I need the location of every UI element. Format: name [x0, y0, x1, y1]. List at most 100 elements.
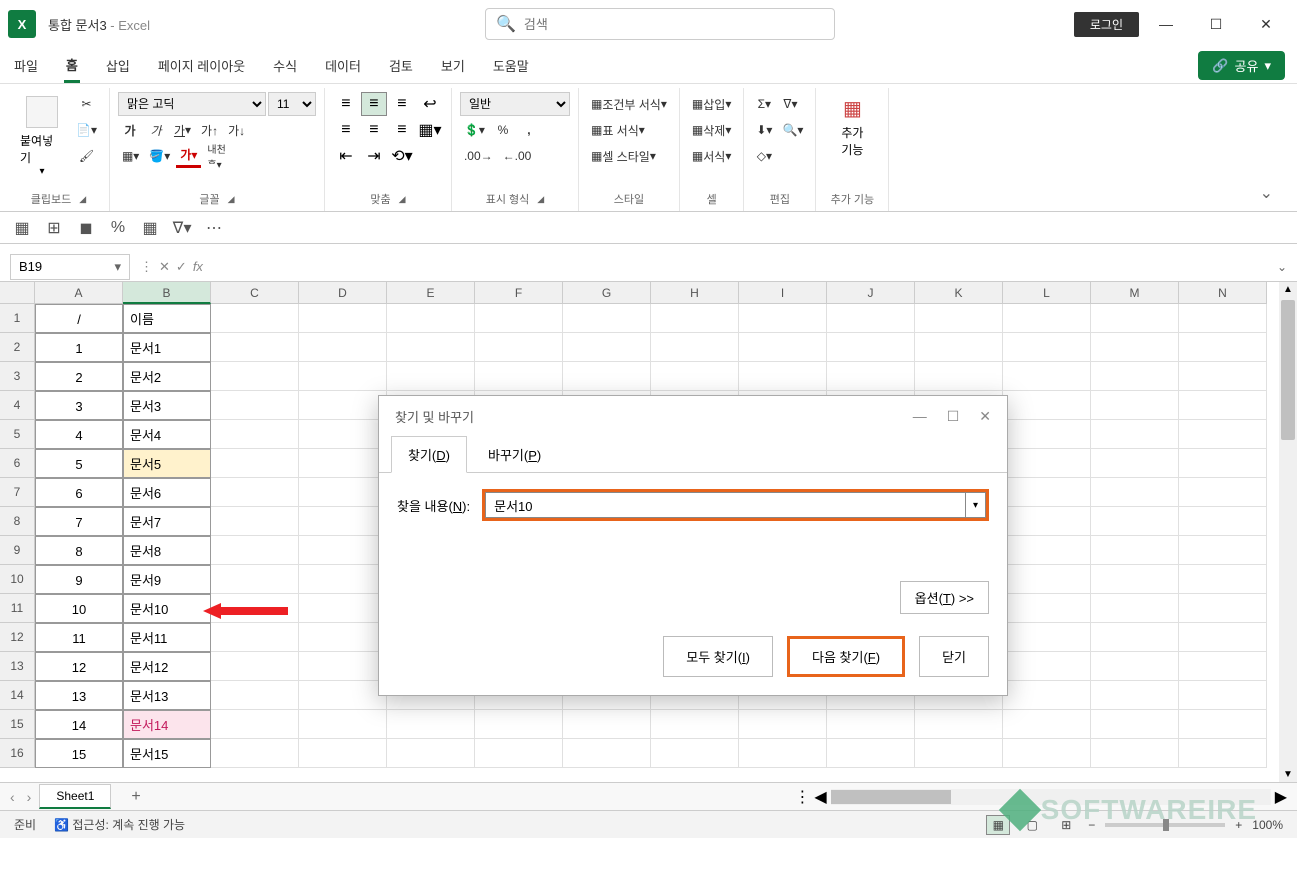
- row-header[interactable]: 1: [0, 304, 35, 333]
- replace-tab[interactable]: 바꾸기(P): [471, 436, 558, 473]
- dialog-title-bar[interactable]: 찾기 및 바꾸기 — ☐ ✕: [379, 396, 1007, 436]
- cell[interactable]: [1179, 681, 1267, 710]
- find-dropdown-button[interactable]: ▾: [966, 492, 986, 518]
- row-header[interactable]: 2: [0, 333, 35, 362]
- align-bottom-button[interactable]: ≡: [389, 92, 415, 116]
- fx-icon[interactable]: fx: [193, 259, 203, 274]
- cell[interactable]: [651, 333, 739, 362]
- row-header[interactable]: 5: [0, 420, 35, 449]
- close-window-button[interactable]: ✕: [1243, 8, 1289, 40]
- scroll-down-icon[interactable]: ▼: [1283, 769, 1293, 780]
- cell[interactable]: [1091, 623, 1179, 652]
- row-header[interactable]: 14: [0, 681, 35, 710]
- tab-file[interactable]: 파일: [12, 50, 40, 81]
- column-header[interactable]: F: [475, 282, 563, 304]
- formula-input[interactable]: [213, 254, 1277, 280]
- cell[interactable]: [211, 420, 299, 449]
- bold-button[interactable]: 가: [118, 118, 142, 142]
- cell[interactable]: [1179, 739, 1267, 768]
- cancel-icon[interactable]: ✕: [159, 259, 170, 275]
- cell[interactable]: [387, 333, 475, 362]
- cell[interactable]: 2: [35, 362, 123, 391]
- cell[interactable]: [211, 681, 299, 710]
- cell[interactable]: [827, 739, 915, 768]
- cell[interactable]: [915, 333, 1003, 362]
- cell[interactable]: [1091, 304, 1179, 333]
- qa-border-icon[interactable]: ⊞: [44, 218, 64, 238]
- cell[interactable]: [475, 304, 563, 333]
- cell[interactable]: [211, 391, 299, 420]
- cell[interactable]: 1: [35, 333, 123, 362]
- cell[interactable]: [299, 391, 387, 420]
- cell[interactable]: 문서1: [123, 333, 211, 362]
- column-header[interactable]: B: [123, 282, 211, 304]
- qa-more-icon[interactable]: ⋯: [204, 218, 224, 238]
- qa-filter-icon[interactable]: ᐁ▾: [172, 218, 192, 238]
- cell[interactable]: [211, 333, 299, 362]
- cell[interactable]: [1003, 478, 1091, 507]
- login-button[interactable]: 로그인: [1074, 12, 1139, 37]
- insert-cells-button[interactable]: ▦ 삽입 ▾: [688, 92, 735, 116]
- row-header[interactable]: 3: [0, 362, 35, 391]
- row-header[interactable]: 4: [0, 391, 35, 420]
- tab-review[interactable]: 검토: [387, 50, 415, 81]
- sheet-prev-icon[interactable]: ‹: [10, 789, 15, 805]
- copy-button[interactable]: 📄▾: [72, 118, 101, 142]
- cell[interactable]: [211, 536, 299, 565]
- column-header[interactable]: N: [1179, 282, 1267, 304]
- row-header[interactable]: 11: [0, 594, 35, 623]
- cell[interactable]: [827, 362, 915, 391]
- tab-data[interactable]: 데이터: [323, 50, 363, 81]
- tab-page-layout[interactable]: 페이지 레이아웃: [156, 50, 247, 81]
- cell[interactable]: [211, 449, 299, 478]
- cell[interactable]: [211, 623, 299, 652]
- cell[interactable]: [1003, 652, 1091, 681]
- row-header[interactable]: 12: [0, 623, 35, 652]
- cell[interactable]: [1091, 739, 1179, 768]
- qa-table-icon[interactable]: ▦: [140, 218, 160, 238]
- collapse-ribbon-button[interactable]: ⌄: [1244, 175, 1289, 211]
- cell[interactable]: [1003, 507, 1091, 536]
- row-header[interactable]: 7: [0, 478, 35, 507]
- cell[interactable]: [1003, 739, 1091, 768]
- phonetic-button[interactable]: 내천ᄒ▾: [203, 144, 229, 168]
- cell[interactable]: [739, 739, 827, 768]
- cell[interactable]: [211, 565, 299, 594]
- cell[interactable]: [651, 362, 739, 391]
- find-tab[interactable]: 찾기(D): [391, 436, 467, 473]
- cell[interactable]: [563, 739, 651, 768]
- align-middle-button[interactable]: ≡: [361, 92, 387, 116]
- cell[interactable]: 문서6: [123, 478, 211, 507]
- cell[interactable]: [915, 304, 1003, 333]
- minimize-button[interactable]: —: [1143, 8, 1189, 40]
- cell[interactable]: [1179, 304, 1267, 333]
- vertical-scrollbar[interactable]: ▲ ▼: [1279, 282, 1297, 782]
- name-box[interactable]: B19 ▾: [10, 254, 130, 280]
- align-center-button[interactable]: ≡: [361, 118, 387, 142]
- row-header[interactable]: 8: [0, 507, 35, 536]
- scrollbar-thumb[interactable]: [831, 790, 951, 804]
- row-header[interactable]: 9: [0, 536, 35, 565]
- maximize-button[interactable]: ☐: [1193, 8, 1239, 40]
- cell[interactable]: [1091, 681, 1179, 710]
- row-header[interactable]: 6: [0, 449, 35, 478]
- cell[interactable]: 문서9: [123, 565, 211, 594]
- cell[interactable]: [1003, 449, 1091, 478]
- cell[interactable]: 문서13: [123, 681, 211, 710]
- cell[interactable]: [1091, 594, 1179, 623]
- increase-decimal-button[interactable]: .00→: [460, 144, 497, 168]
- scroll-up-icon[interactable]: ▲: [1283, 284, 1293, 295]
- select-all-corner[interactable]: [0, 282, 35, 304]
- sort-filter-button[interactable]: ᐁ▾: [778, 92, 802, 116]
- cell[interactable]: [299, 710, 387, 739]
- cell[interactable]: [563, 710, 651, 739]
- cell[interactable]: [211, 739, 299, 768]
- cell[interactable]: [211, 478, 299, 507]
- number-format-select[interactable]: 일반: [460, 92, 570, 116]
- cell[interactable]: [1179, 594, 1267, 623]
- font-name-select[interactable]: 맑은 고딕: [118, 92, 266, 116]
- cell[interactable]: [387, 362, 475, 391]
- cell[interactable]: [299, 507, 387, 536]
- tab-insert[interactable]: 삽입: [104, 50, 132, 81]
- cell[interactable]: [651, 304, 739, 333]
